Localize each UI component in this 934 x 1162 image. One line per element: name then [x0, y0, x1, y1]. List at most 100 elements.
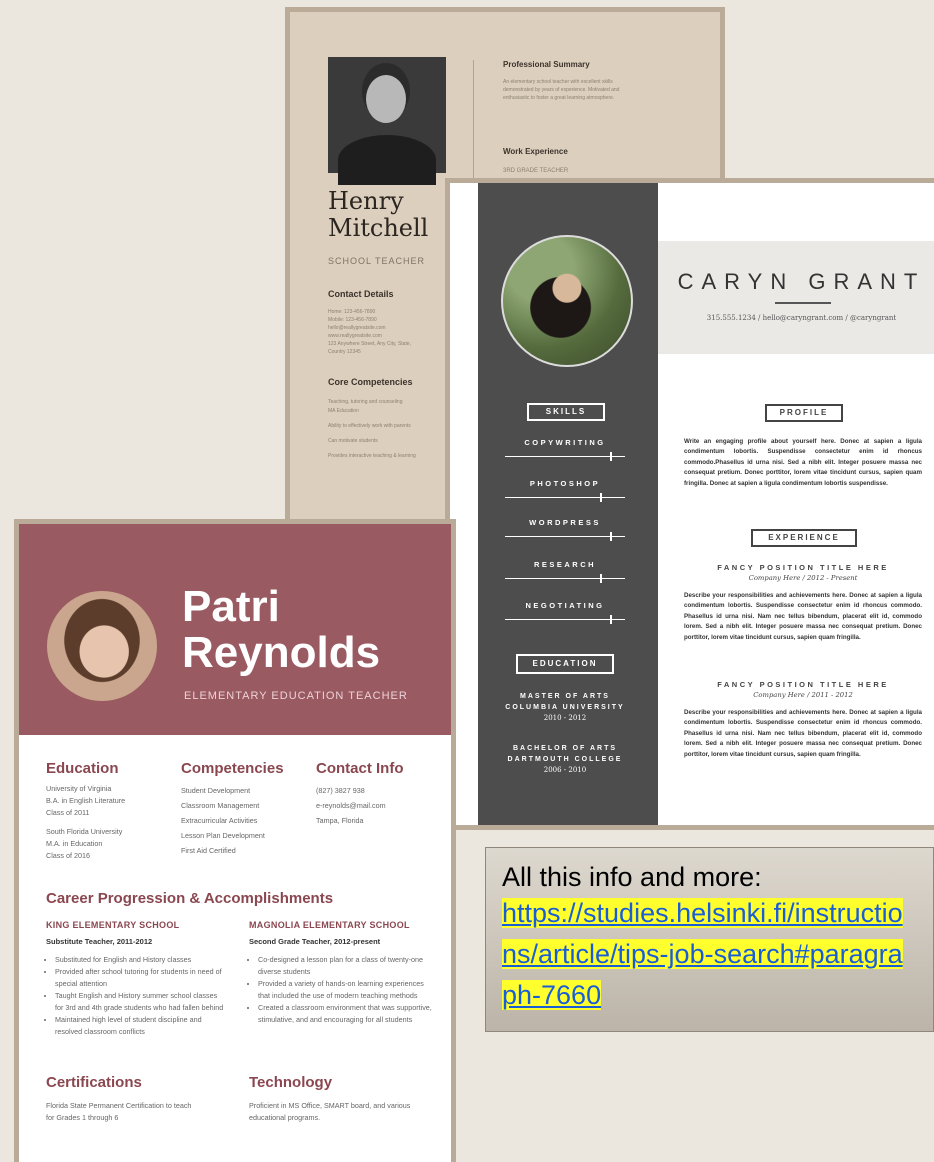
resume-caryn-grant: CARYN GRANT 315.555.1234 / hello@caryngr…: [445, 178, 934, 830]
education-line: M.A. in Education: [46, 839, 103, 848]
job-bullet: Substituted for English and History clas…: [55, 954, 226, 966]
job-company: Company Here / 2012 - Present: [748, 574, 858, 582]
skill-level-marker: [600, 493, 602, 502]
skill-bar: [505, 452, 625, 461]
education-list: University of Virginia B.A. in English L…: [46, 783, 171, 862]
skill-bar: [505, 615, 625, 624]
job-bullet: Created a classroom environment that was…: [258, 1002, 434, 1026]
resume-patricia-reynolds: Patri Reynolds ELEMENTARY EDUCATION TEAC…: [14, 519, 456, 1162]
info-box: All this info and more: https://studies.…: [485, 847, 934, 1032]
competencies-list: Student Development Classroom Management…: [181, 783, 306, 858]
skill-level-marker: [600, 574, 602, 583]
skill-name: PHOTOSHOP: [529, 479, 601, 488]
profile-label: PROFILE: [765, 404, 843, 422]
name-line: Patri: [182, 582, 280, 631]
job-bullet: Taught English and History summer school…: [55, 990, 226, 1014]
education-entry: MASTER OF ARTS COLUMBIA UNIVERSITY 2010 …: [502, 691, 628, 724]
photo-shoulders: [338, 135, 436, 185]
competency: Provides interactive teaching & learning: [328, 453, 416, 459]
contact-details: Home: 123-456-7890 Mobile: 123-456-7890 …: [328, 308, 448, 356]
skill-name: COPYWRITING: [524, 438, 606, 447]
competency: MA Education: [328, 408, 359, 414]
technology-title: Technology: [249, 1074, 333, 1091]
photo-head: [366, 75, 406, 123]
contact-title: Contact Info: [316, 760, 404, 777]
job-school: MAGNOLIA ELEMENTARY SCHOOL: [249, 920, 410, 930]
contact-line: (827) 3827 938: [316, 786, 365, 795]
skill-bar: [505, 532, 625, 541]
caryn-contact: 315.555.1234 / hello@caryngrant.com / @c…: [706, 314, 897, 322]
years: 2010 - 2012: [543, 714, 587, 722]
name-line: Reynolds: [182, 628, 381, 677]
skill-bar: [505, 574, 625, 583]
skill-level-marker: [610, 532, 612, 541]
skill-bar: [505, 493, 625, 502]
competency: Student Development: [181, 786, 251, 795]
contact-line: Home: 123-456-7890: [328, 309, 376, 315]
job-title: FANCY POSITION TITLE HERE: [717, 680, 889, 689]
job-position: Substitute Teacher, 2011-2012: [46, 937, 153, 946]
degree: MASTER OF ARTS: [520, 693, 610, 700]
competency: Lesson Plan Development: [181, 831, 265, 840]
skill-name: RESEARCH: [533, 560, 597, 569]
competency: Teaching, tutoring and counseling: [328, 399, 403, 405]
years: 2006 - 2010: [543, 766, 587, 774]
experience-role: 3RD GRADE TEACHER: [503, 168, 569, 174]
henry-role: SCHOOL TEACHER: [328, 256, 426, 266]
contact-line: 123 Anywhere Street, Any City, State,: [328, 341, 412, 347]
school: DARTMOUTH COLLEGE: [507, 756, 623, 763]
skill-name: NEGOTIATING: [525, 601, 605, 610]
contact-line: Tampa, Florida: [316, 816, 364, 825]
competency: Classroom Management: [181, 801, 260, 810]
patricia-photo: [47, 591, 157, 701]
header-band: [658, 241, 934, 354]
contact-line: www.reallygreatsite.com: [328, 333, 382, 339]
job-bullet: Provided after school tutoring for stude…: [55, 966, 226, 990]
info-link[interactable]: https://studies.helsinki.fi/instructions…: [502, 898, 903, 1010]
skill-level-marker: [610, 452, 612, 461]
experience-title: Work Experience: [503, 147, 568, 156]
competencies-title: Core Competencies: [328, 377, 413, 387]
job-bullet: Maintained high level of student discipl…: [55, 1014, 226, 1038]
job-bullets: Substituted for English and History clas…: [46, 954, 226, 1038]
experience-label: EXPERIENCE: [751, 529, 857, 547]
certifications-title: Certifications: [46, 1074, 142, 1091]
contact-line: e-reynolds@mail.com: [316, 801, 386, 810]
skills-label: SKILLS: [527, 403, 605, 421]
job-bullets: Co-designed a lesson plan for a class of…: [249, 954, 434, 1026]
henry-photo: [328, 57, 446, 185]
summary-text: An elementary school teacher with excell…: [503, 79, 620, 101]
education-line: B.A. in English Literature: [46, 796, 126, 805]
education-line: University of Virginia: [46, 784, 112, 793]
patricia-role: ELEMENTARY EDUCATION TEACHER: [184, 690, 408, 702]
job-bullet: Co-designed a lesson plan for a class of…: [258, 954, 434, 978]
job-bullet: Provided a variety of hands-on learning …: [258, 978, 434, 1002]
contact-line: Mobile: 123-456-7890: [328, 317, 377, 323]
job-description: Describe your responsibilities and achie…: [684, 592, 922, 641]
competencies-list: Teaching, tutoring and counseling MA Edu…: [328, 398, 448, 461]
education-entry: BACHELOR OF ARTS DARTMOUTH COLLEGE 2006 …: [502, 743, 628, 776]
career-title: Career Progression & Accomplishments: [46, 890, 334, 907]
contact-list: (827) 3827 938 e-reynolds@mail.com Tampa…: [316, 783, 441, 828]
profile-text: Write an engaging profile about yourself…: [684, 438, 922, 487]
degree: BACHELOR OF ARTS: [512, 745, 618, 752]
job-school: KING ELEMENTARY SCHOOL: [46, 920, 180, 930]
caryn-photo: [501, 235, 633, 367]
job-position: Second Grade Teacher, 2012-present: [249, 937, 381, 946]
contact-title: Contact Details: [328, 289, 394, 299]
patricia-name: Patri Reynolds: [182, 584, 380, 676]
competency: First Aid Certified: [181, 846, 236, 855]
competency: Extracurricular Activities: [181, 816, 258, 825]
education-label: EDUCATION: [516, 654, 614, 674]
competency: Ability to effectively work with parents: [328, 423, 411, 429]
competency: Can motivate students: [328, 438, 378, 444]
competencies-title: Competencies: [181, 760, 284, 777]
technology-text: Proficient in MS Office, SMART board, an…: [249, 1101, 411, 1122]
school: COLUMBIA UNIVERSITY: [505, 704, 625, 711]
caryn-name: CARYN GRANT: [677, 269, 926, 294]
summary-title: Professional Summary: [503, 60, 590, 69]
skill-level-marker: [610, 615, 612, 624]
info-lead: All this info and more:: [502, 862, 762, 892]
contact-line: Country 12345: [328, 349, 361, 355]
